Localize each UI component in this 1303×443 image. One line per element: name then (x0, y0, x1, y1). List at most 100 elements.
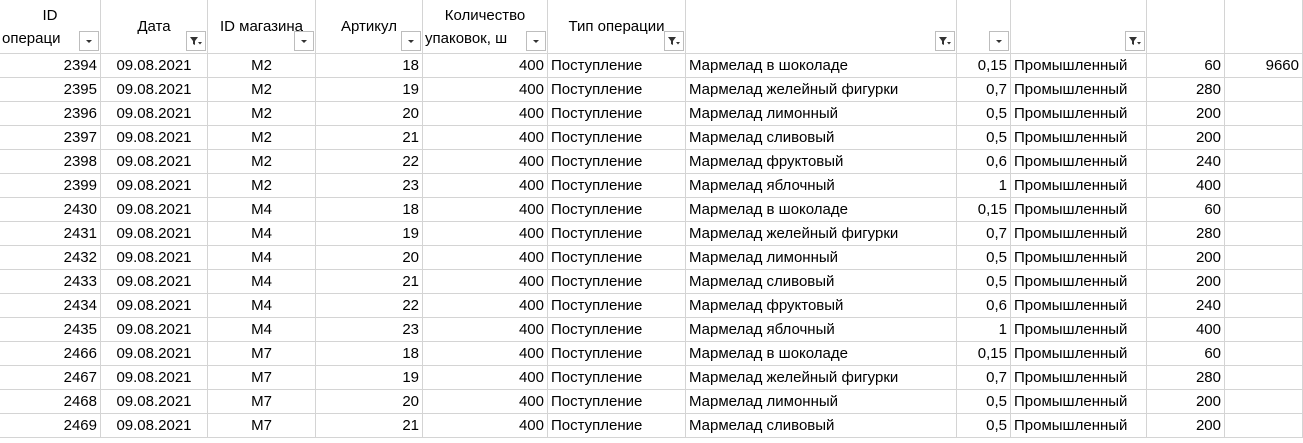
filter-button-date[interactable] (186, 31, 206, 51)
cell-article[interactable]: 18 (316, 198, 423, 222)
cell-product-name[interactable]: Мармелад яблочный (686, 174, 957, 198)
cell-operation-id[interactable]: 2397 (0, 126, 101, 150)
cell-date[interactable]: 09.08.2021 (101, 126, 208, 150)
cell-store-id[interactable]: M4 (208, 222, 316, 246)
cell-extra[interactable] (1225, 342, 1303, 366)
cell-extra[interactable] (1225, 390, 1303, 414)
cell-operation-type[interactable]: Поступление (548, 126, 686, 150)
header-cell-store-id[interactable]: ID магазина (208, 0, 316, 54)
cell-article[interactable]: 19 (316, 366, 423, 390)
cell-article[interactable]: 18 (316, 342, 423, 366)
cell-operation-id[interactable]: 2432 (0, 246, 101, 270)
cell-article[interactable]: 23 (316, 174, 423, 198)
cell-weight[interactable]: 0,5 (957, 126, 1011, 150)
cell-operation-id[interactable]: 2430 (0, 198, 101, 222)
cell-article[interactable]: 18 (316, 54, 423, 78)
cell-quantity[interactable]: 400 (423, 366, 548, 390)
cell-weight[interactable]: 0,7 (957, 366, 1011, 390)
cell-weight[interactable]: 0,6 (957, 150, 1011, 174)
cell-operation-id[interactable]: 2466 (0, 342, 101, 366)
cell-weight[interactable]: 0,5 (957, 270, 1011, 294)
cell-value[interactable]: 60 (1147, 54, 1225, 78)
cell-article[interactable]: 19 (316, 222, 423, 246)
cell-value[interactable]: 240 (1147, 294, 1225, 318)
cell-article[interactable]: 21 (316, 270, 423, 294)
cell-weight[interactable]: 0,15 (957, 54, 1011, 78)
cell-store-id[interactable]: M2 (208, 54, 316, 78)
filter-button-operation-type[interactable] (664, 31, 684, 51)
cell-operation-type[interactable]: Поступление (548, 174, 686, 198)
cell-quantity[interactable]: 400 (423, 126, 548, 150)
cell-date[interactable]: 09.08.2021 (101, 390, 208, 414)
cell-quantity[interactable]: 400 (423, 246, 548, 270)
cell-article[interactable]: 20 (316, 390, 423, 414)
cell-store-id[interactable]: M2 (208, 174, 316, 198)
cell-date[interactable]: 09.08.2021 (101, 222, 208, 246)
cell-value[interactable]: 200 (1147, 390, 1225, 414)
cell-value[interactable]: 200 (1147, 102, 1225, 126)
cell-date[interactable]: 09.08.2021 (101, 270, 208, 294)
cell-operation-id[interactable]: 2395 (0, 78, 101, 102)
cell-extra[interactable] (1225, 102, 1303, 126)
cell-date[interactable]: 09.08.2021 (101, 102, 208, 126)
cell-quantity[interactable]: 400 (423, 150, 548, 174)
cell-value[interactable]: 200 (1147, 270, 1225, 294)
cell-quantity[interactable]: 400 (423, 78, 548, 102)
cell-weight[interactable]: 1 (957, 174, 1011, 198)
cell-extra[interactable]: 9660 (1225, 54, 1303, 78)
cell-quantity[interactable]: 400 (423, 102, 548, 126)
cell-value[interactable]: 280 (1147, 366, 1225, 390)
cell-weight[interactable]: 1 (957, 318, 1011, 342)
cell-product-name[interactable]: Мармелад сливовый (686, 414, 957, 438)
cell-date[interactable]: 09.08.2021 (101, 366, 208, 390)
cell-operation-type[interactable]: Поступление (548, 102, 686, 126)
cell-date[interactable]: 09.08.2021 (101, 54, 208, 78)
header-cell-operation-id[interactable]: ID операци (0, 0, 101, 54)
cell-category[interactable]: Промышленный (1011, 390, 1147, 414)
filter-button-store-id[interactable] (294, 31, 314, 51)
cell-operation-type[interactable]: Поступление (548, 270, 686, 294)
header-cell-weight[interactable] (957, 0, 1011, 54)
cell-extra[interactable] (1225, 150, 1303, 174)
cell-operation-id[interactable]: 2398 (0, 150, 101, 174)
cell-category[interactable]: Промышленный (1011, 126, 1147, 150)
cell-operation-type[interactable]: Поступление (548, 150, 686, 174)
header-cell-extra[interactable] (1225, 0, 1303, 54)
cell-date[interactable]: 09.08.2021 (101, 78, 208, 102)
filter-button-quantity[interactable] (526, 31, 546, 51)
cell-category[interactable]: Промышленный (1011, 246, 1147, 270)
cell-value[interactable]: 200 (1147, 246, 1225, 270)
cell-store-id[interactable]: M4 (208, 318, 316, 342)
cell-category[interactable]: Промышленный (1011, 366, 1147, 390)
cell-category[interactable]: Промышленный (1011, 198, 1147, 222)
cell-operation-type[interactable]: Поступление (548, 366, 686, 390)
cell-operation-id[interactable]: 2468 (0, 390, 101, 414)
cell-operation-type[interactable]: Поступление (548, 342, 686, 366)
cell-article[interactable]: 21 (316, 126, 423, 150)
cell-quantity[interactable]: 400 (423, 174, 548, 198)
cell-article[interactable]: 20 (316, 102, 423, 126)
cell-value[interactable]: 280 (1147, 78, 1225, 102)
cell-date[interactable]: 09.08.2021 (101, 294, 208, 318)
cell-category[interactable]: Промышленный (1011, 342, 1147, 366)
cell-article[interactable]: 19 (316, 78, 423, 102)
cell-article[interactable]: 20 (316, 246, 423, 270)
cell-value[interactable]: 60 (1147, 342, 1225, 366)
cell-weight[interactable]: 0,15 (957, 342, 1011, 366)
cell-product-name[interactable]: Мармелад лимонный (686, 246, 957, 270)
cell-category[interactable]: Промышленный (1011, 318, 1147, 342)
cell-weight[interactable]: 0,7 (957, 78, 1011, 102)
header-cell-article[interactable]: Артикул (316, 0, 423, 54)
cell-category[interactable]: Промышленный (1011, 222, 1147, 246)
cell-product-name[interactable]: Мармелад лимонный (686, 102, 957, 126)
cell-store-id[interactable]: M7 (208, 342, 316, 366)
cell-date[interactable]: 09.08.2021 (101, 318, 208, 342)
cell-operation-id[interactable]: 2399 (0, 174, 101, 198)
cell-operation-id[interactable]: 2467 (0, 366, 101, 390)
cell-extra[interactable] (1225, 78, 1303, 102)
cell-category[interactable]: Промышленный (1011, 174, 1147, 198)
cell-store-id[interactable]: M2 (208, 102, 316, 126)
cell-extra[interactable] (1225, 198, 1303, 222)
cell-product-name[interactable]: Мармелад в шоколаде (686, 342, 957, 366)
cell-product-name[interactable]: Мармелад лимонный (686, 390, 957, 414)
